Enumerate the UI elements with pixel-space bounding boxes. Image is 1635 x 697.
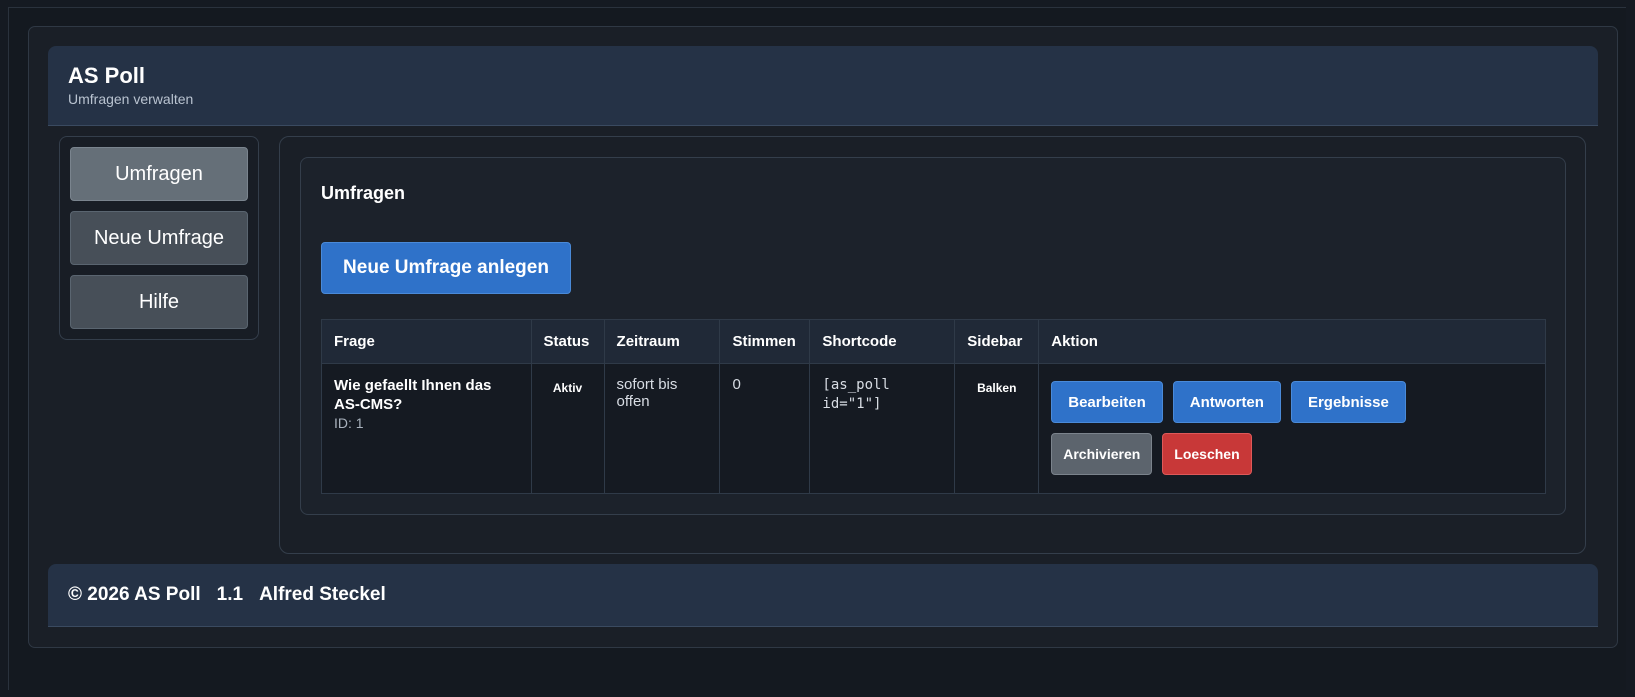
- poll-question: Wie gefaellt Ihnen das AS-CMS?: [334, 377, 492, 413]
- column-header-sidebar: Sidebar: [954, 319, 1040, 364]
- results-button[interactable]: Ergebnisse: [1290, 381, 1406, 423]
- shortcode-line-1: [as_poll: [822, 377, 890, 393]
- vote-count: 0: [732, 376, 741, 393]
- action-group: Bearbeiten Antworten Ergebnisse Archivie…: [1051, 381, 1451, 475]
- cell-status: Aktiv: [530, 363, 605, 494]
- cell-votes: 0: [719, 363, 811, 494]
- cell-shortcode: [as_poll id="1"]: [809, 363, 956, 494]
- delete-button[interactable]: Loeschen: [1162, 433, 1252, 475]
- app-footer: © 2026 AS Poll 1.1 Alfred Steckel: [48, 564, 1598, 627]
- footer-author: Alfred Steckel: [259, 584, 386, 605]
- cell-period: sofort bis offen: [603, 363, 721, 494]
- edit-button[interactable]: Bearbeiten: [1051, 381, 1163, 423]
- column-header-stimmen: Stimmen: [719, 319, 811, 364]
- cell-actions: Bearbeiten Antworten Ergebnisse Archivie…: [1038, 363, 1546, 494]
- app-header: AS Poll Umfragen verwalten: [48, 46, 1598, 126]
- table-header-row: Frage Status Zeitraum Stimmen Shortcode …: [321, 319, 1546, 364]
- column-header-zeitraum: Zeitraum: [603, 319, 721, 364]
- sidebar-item-neue-umfrage[interactable]: Neue Umfrage: [70, 211, 248, 265]
- sidebar-item-hilfe[interactable]: Hilfe: [70, 275, 248, 329]
- sidebar-nav: Umfragen Neue Umfrage Hilfe: [59, 136, 259, 340]
- column-header-shortcode: Shortcode: [809, 319, 956, 364]
- sidebar-item-umfragen[interactable]: Umfragen: [70, 147, 248, 201]
- column-header-aktion: Aktion: [1038, 319, 1546, 364]
- status-badge: Aktiv: [552, 381, 583, 395]
- footer-version: 1.1: [216, 584, 244, 605]
- column-header-status: Status: [530, 319, 605, 364]
- sidebar-badge: Balken: [977, 381, 1017, 395]
- period-start: sofort bis: [616, 376, 678, 393]
- card-title: Umfragen: [321, 183, 406, 203]
- poll-id: ID: 1: [334, 415, 364, 431]
- period-end: offen: [616, 393, 650, 410]
- answers-button[interactable]: Antworten: [1172, 381, 1281, 423]
- archive-button[interactable]: Archivieren: [1051, 433, 1153, 475]
- table-row: Wie gefaellt Ihnen das AS-CMS? ID: 1 Akt…: [321, 363, 1546, 494]
- polls-table: Frage Status Zeitraum Stimmen Shortcode …: [321, 319, 1546, 494]
- app-title: AS Poll: [68, 63, 146, 88]
- new-poll-button[interactable]: Neue Umfrage anlegen: [321, 242, 571, 294]
- app-subtitle: Umfragen verwalten: [68, 91, 194, 107]
- footer-copyright: © 2026 AS Poll: [68, 584, 201, 605]
- cell-question: Wie gefaellt Ihnen das AS-CMS? ID: 1: [321, 363, 532, 494]
- cell-sidebar: Balken: [954, 363, 1040, 494]
- shortcode-line-2: id="1"]: [822, 396, 882, 412]
- column-header-frage: Frage: [321, 319, 532, 364]
